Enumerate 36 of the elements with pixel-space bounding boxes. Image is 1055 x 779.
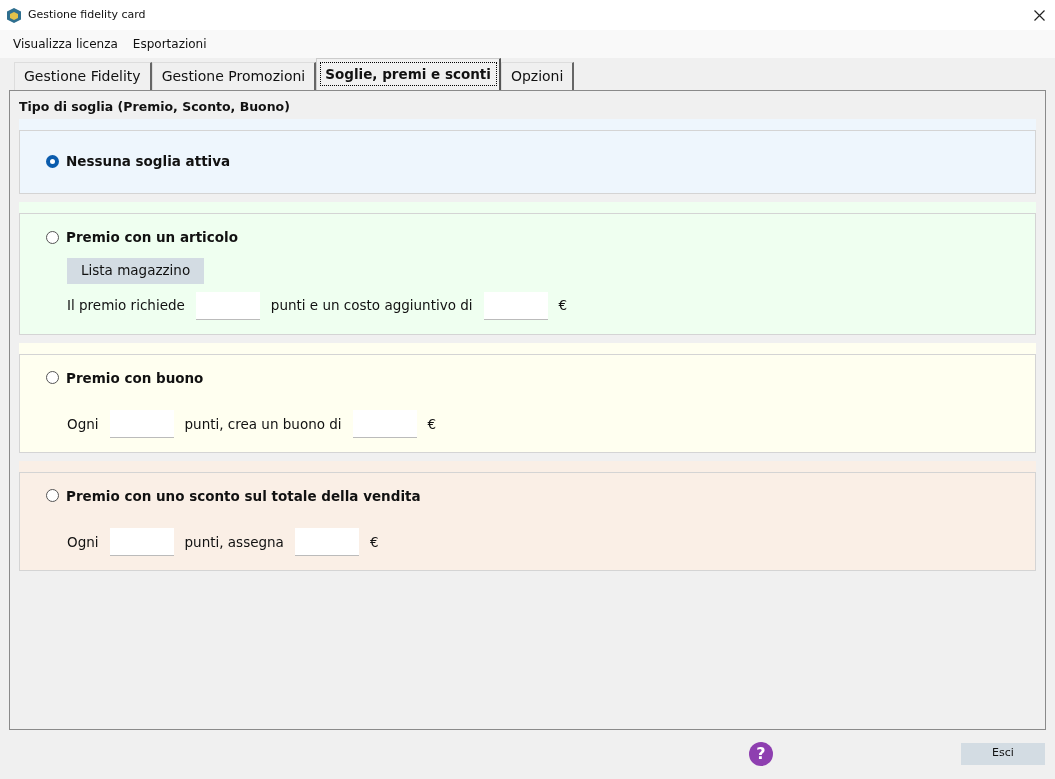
radio-label: Premio con buono	[66, 368, 204, 388]
field-label: punti, assegna	[184, 532, 284, 552]
field-label: Ogni	[67, 414, 99, 434]
radio-label: Premio con uno sconto sul totale della vendita	[66, 486, 421, 506]
input-field[interactable]	[109, 409, 174, 438]
help-button[interactable]: ?	[749, 741, 773, 766]
input-field[interactable]	[483, 291, 548, 320]
menu-item[interactable]: Visualizza licenza	[6, 35, 125, 53]
tab[interactable]: Gestione Fidelity	[14, 62, 152, 90]
group-title: Tipo di soglia (Premio, Sconto, Buono)	[19, 98, 291, 116]
close-icon[interactable]	[1034, 9, 1045, 21]
menu-item[interactable]: Esportazioni	[125, 35, 214, 53]
field-label: Il premio richiede	[67, 296, 185, 316]
field-label: punti, crea un buono di	[184, 414, 342, 434]
field-label: €	[369, 532, 379, 552]
radio-button[interactable]	[46, 371, 59, 385]
tab[interactable]: Soglie, premi e sconti	[316, 58, 501, 90]
radio-button[interactable]	[46, 154, 59, 168]
input-field[interactable]	[294, 528, 359, 556]
input-field[interactable]	[352, 409, 417, 438]
app-icon	[7, 7, 21, 23]
radio-label: Nessuna soglia attiva	[66, 152, 231, 171]
field-label: €	[558, 296, 568, 316]
field-label: punti e un costo aggiuntivo di	[270, 296, 473, 316]
field-label: €	[427, 414, 437, 434]
warehouse-list-button[interactable]: Lista magazzino	[67, 257, 205, 284]
radio-button[interactable]	[46, 489, 59, 503]
input-field[interactable]	[109, 528, 174, 556]
window-title: Gestione fidelity card	[28, 6, 146, 23]
tab[interactable]: Gestione Promozioni	[151, 62, 317, 90]
tab[interactable]: Opzioni	[500, 62, 575, 90]
exit-button[interactable]: Esci	[961, 742, 1045, 765]
radio-label: Premio con un articolo	[66, 228, 238, 248]
field-label: Ogni	[67, 532, 99, 552]
input-field[interactable]	[195, 291, 260, 320]
radio-button[interactable]	[46, 230, 59, 244]
